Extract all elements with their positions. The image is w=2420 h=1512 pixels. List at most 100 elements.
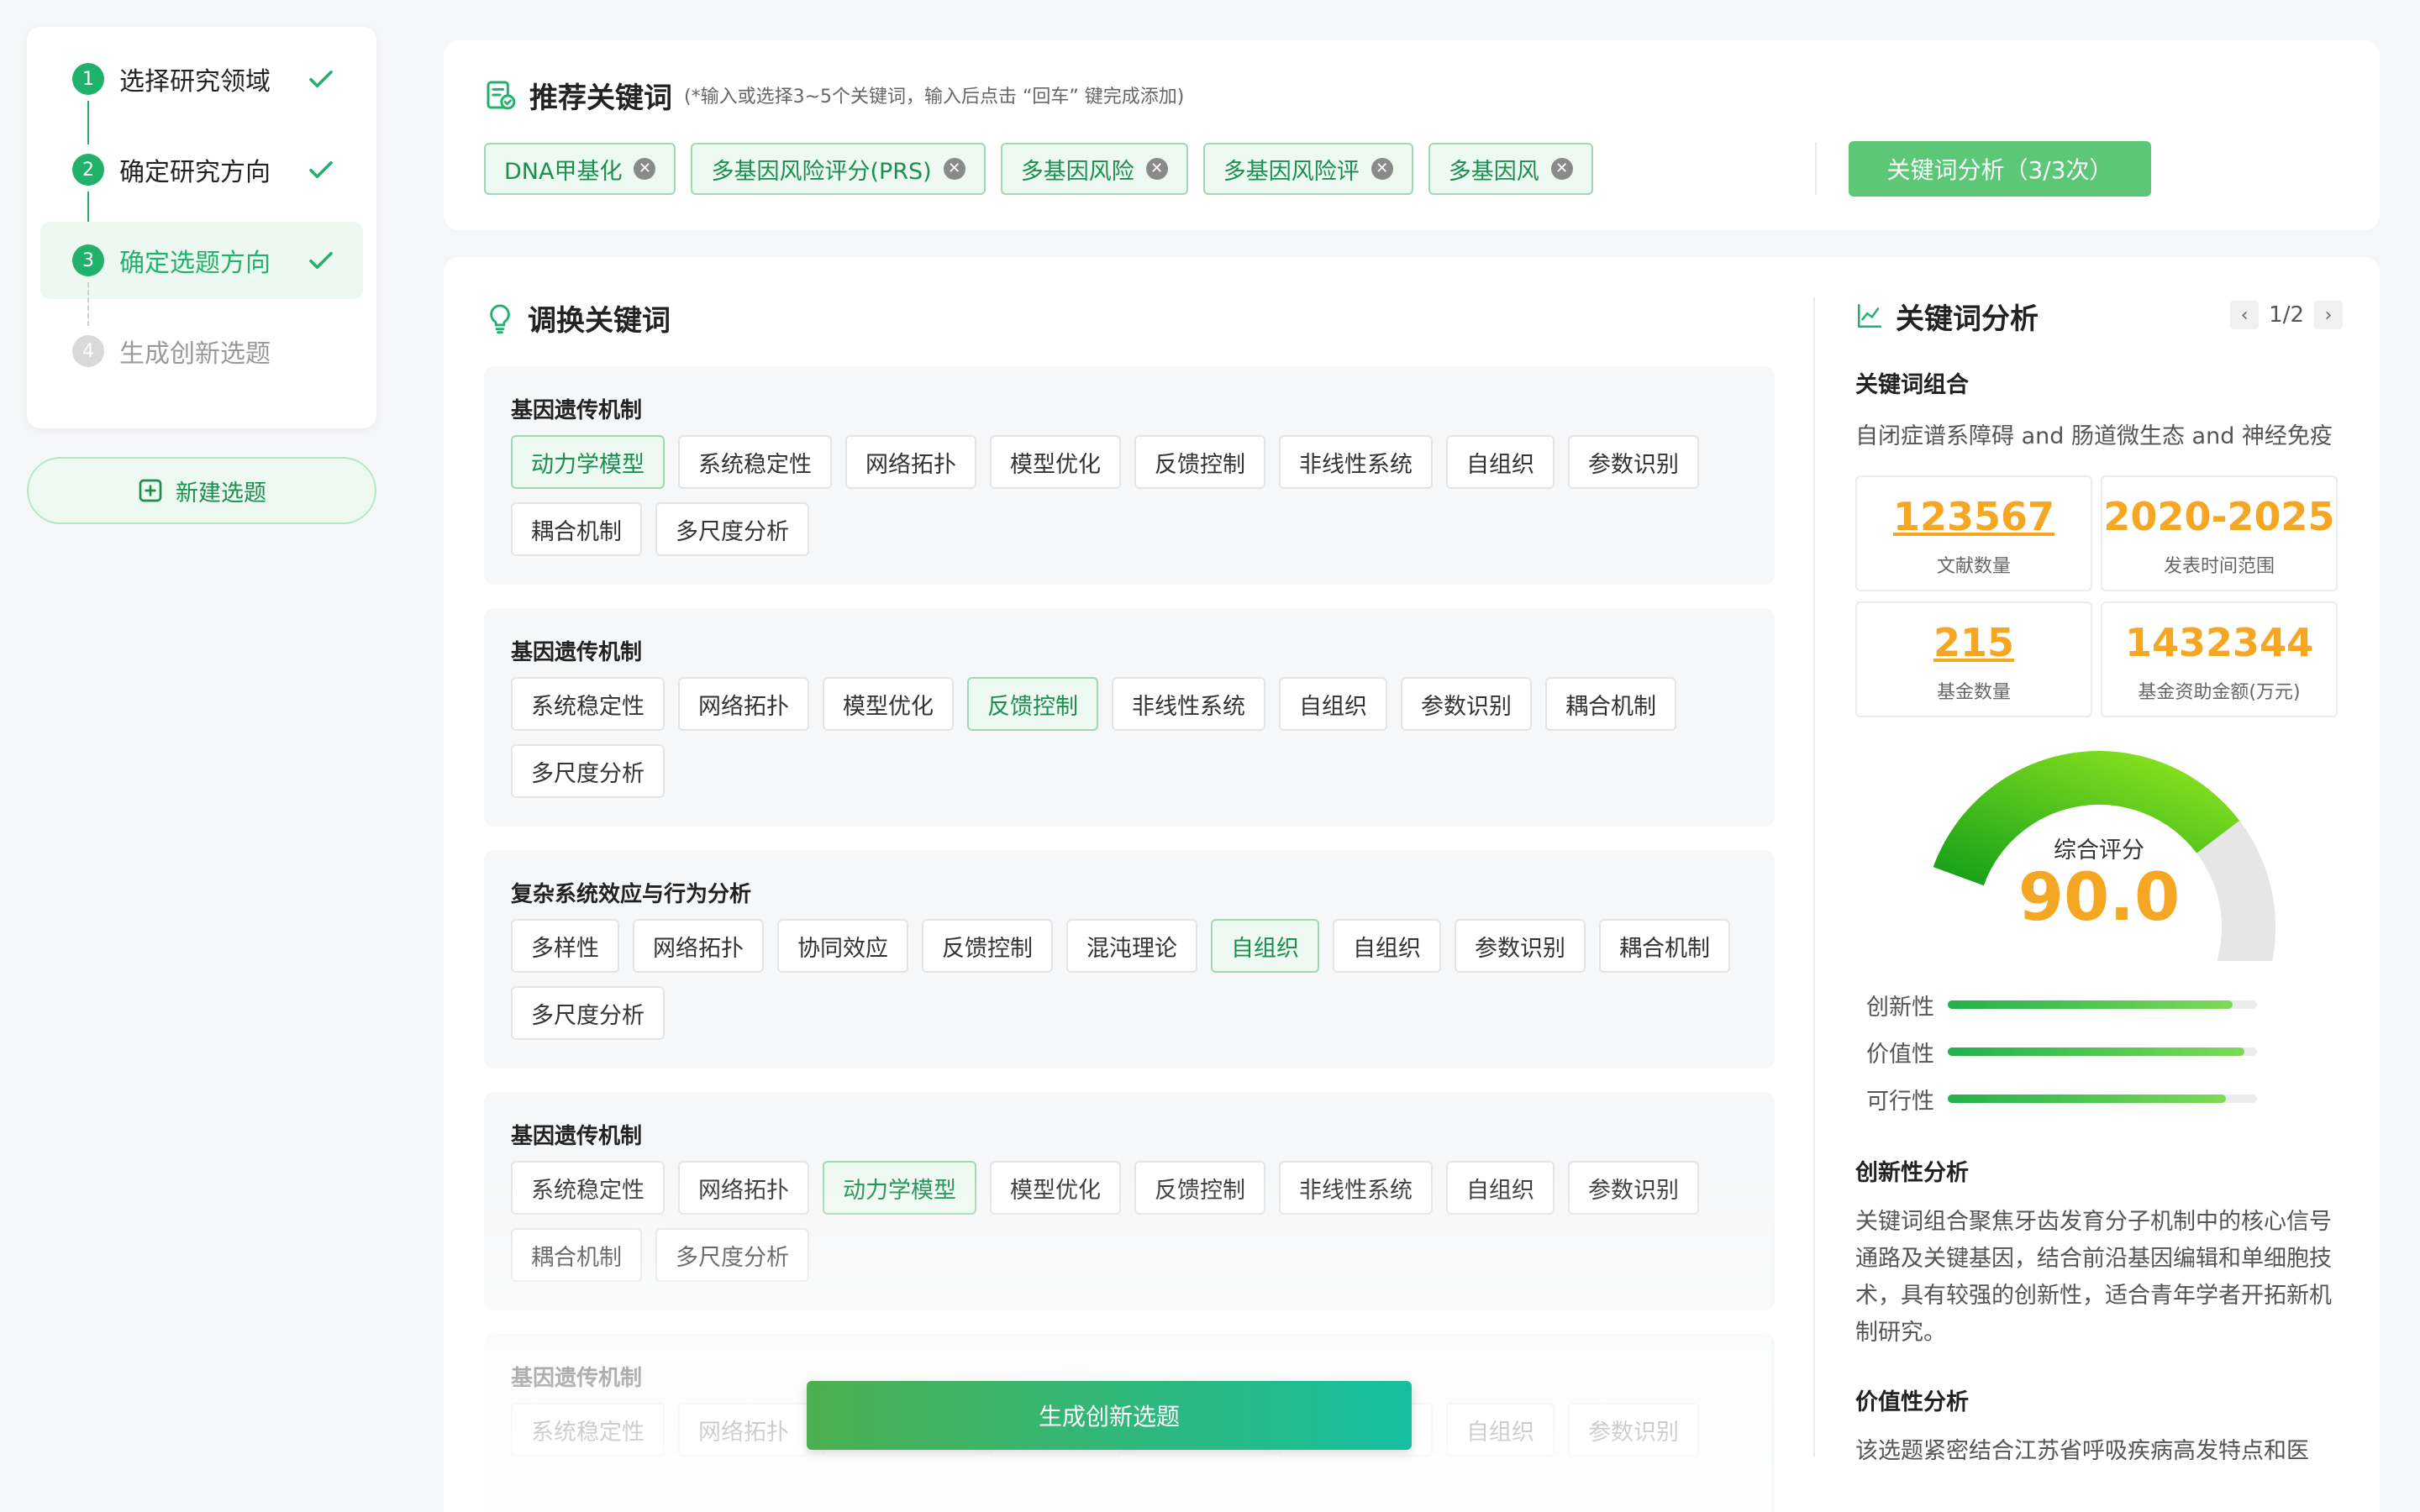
value-title: 价值性分析 (1855, 1389, 1969, 1415)
keyword-chip-selected[interactable]: 动力学模型 (511, 435, 665, 489)
stat-value: 1432344 (2124, 620, 2314, 665)
keyword-chip[interactable]: 网络拓扑 (678, 1161, 809, 1215)
keyword-tag[interactable]: DNA甲基化 ✕ (484, 143, 676, 195)
step-1[interactable]: 1 选择研究领域 (40, 40, 363, 144)
keyword-chip[interactable]: 参数识别 (1568, 1403, 1699, 1457)
keyword-chip[interactable]: 混沌理论 (1066, 919, 1197, 973)
close-icon[interactable]: ✕ (1550, 158, 1573, 180)
keyword-tag[interactable]: 多基因风 ✕ (1428, 143, 1593, 195)
score-bar-row: 价值性 (1855, 1028, 2343, 1075)
keyword-chip[interactable]: 多尺度分析 (655, 502, 809, 556)
score-bar-fill (1948, 1047, 2245, 1056)
stat-caption: 基金资助金额(万元) (2138, 682, 2301, 703)
keyword-chip[interactable]: 非线性系统 (1112, 677, 1265, 731)
step-number: 1 (72, 63, 104, 95)
keyword-chip[interactable]: 协同效应 (777, 919, 908, 973)
keyword-chip[interactable]: 参数识别 (1455, 919, 1586, 973)
keyword-chip[interactable]: 系统稳定性 (511, 1161, 665, 1215)
keyword-chip[interactable]: 系统稳定性 (678, 435, 832, 489)
score-bar-fill (1948, 1095, 2227, 1103)
keyword-chip[interactable]: 参数识别 (1401, 677, 1532, 731)
step-2[interactable]: 2 确定研究方向 (40, 131, 363, 235)
keyword-group: 基因遗传机制 动力学模型 系统稳定性 网络拓扑 模型优化 反馈控制 非线性系统 自组织 参数识别… (484, 366, 1775, 585)
keyword-chip[interactable]: 模型优化 (823, 677, 954, 731)
close-icon[interactable]: ✕ (943, 158, 965, 180)
step-4[interactable]: 4 生成创新选题 (40, 312, 363, 390)
keyword-chip[interactable]: 反馈控制 (1134, 435, 1265, 489)
stat-value[interactable]: 123567 (1857, 494, 2091, 543)
line-chart-icon (1857, 303, 1882, 328)
keyword-chip[interactable]: 模型优化 (990, 1161, 1121, 1215)
close-icon[interactable]: ✕ (1370, 158, 1393, 180)
stat-value[interactable]: 215 (1857, 620, 2091, 669)
keyword-tag[interactable]: 多基因风险评 ✕ (1202, 143, 1413, 195)
keywords-title: 推荐关键词 (529, 81, 672, 115)
keyword-chip[interactable]: 网络拓扑 (678, 1403, 809, 1457)
score-bar-label: 可行性 (1866, 1088, 1934, 1115)
score-bar-track (1948, 1047, 2257, 1056)
keyword-chip[interactable]: 自组织 (1446, 1161, 1555, 1215)
score-bar-fill (1948, 1000, 2233, 1009)
keyword-chip[interactable]: 系统稳定性 (511, 1403, 665, 1457)
keyword-chip[interactable]: 耦合机制 (511, 1228, 642, 1282)
chevron-left-icon[interactable]: ‹ (2230, 301, 2260, 329)
keyword-chip[interactable]: 多尺度分析 (655, 1228, 809, 1282)
step-3[interactable]: 3 确定选题方向 (40, 222, 363, 326)
generate-topic-button[interactable]: 生成创新选题 (807, 1381, 1412, 1450)
chip-list: 多样性 网络拓扑 协同效应 反馈控制 混沌理论 自组织 自组织 参数识别 耦合机制 多尺度分析 (511, 919, 1754, 1053)
close-icon[interactable]: ✕ (634, 158, 656, 180)
keyword-tag-label: 多基因风险评 (1223, 158, 1360, 185)
keyword-chip[interactable]: 耦合机制 (1545, 677, 1676, 731)
stat-value: 2020-2025 (2103, 494, 2335, 539)
page-indicator: 1/2 (2269, 302, 2304, 328)
keyword-chip[interactable]: 自组织 (1333, 919, 1441, 973)
keyword-tag-label: 多基因风 (1448, 158, 1539, 185)
keyword-chip[interactable]: 自组织 (1446, 1403, 1555, 1457)
keyword-groups: 基因遗传机制 动力学模型 系统稳定性 网络拓扑 模型优化 反馈控制 非线性系统 自组织 参数识别… (484, 366, 1775, 1512)
stat-fund-count[interactable]: 215 基金数量 (1855, 601, 2092, 717)
keyword-chip[interactable]: 自组织 (1279, 677, 1387, 731)
new-topic-label: 新建选题 (176, 480, 266, 507)
check-icon (309, 251, 333, 270)
step-label: 确定研究方向 (119, 158, 271, 187)
stat-literature-count[interactable]: 123567 文献数量 (1855, 475, 2092, 591)
keyword-chip[interactable]: 反馈控制 (922, 919, 1053, 973)
keyword-analysis-button[interactable]: 关键词分析（3/3次） (1849, 141, 2151, 197)
keyword-chip[interactable]: 参数识别 (1568, 1161, 1699, 1215)
keyword-chip[interactable]: 网络拓扑 (633, 919, 764, 973)
keyword-group: 基因遗传机制 系统稳定性 网络拓扑 模型优化 反馈控制 非线性系统 自组织 参数识别 耦合机制多… (484, 608, 1775, 827)
keyword-chip[interactable]: 多尺度分析 (511, 744, 665, 798)
chevron-right-icon[interactable]: › (2314, 301, 2343, 329)
keyword-chip[interactable]: 网络拓扑 (678, 677, 809, 731)
keyword-tag-label: 多基因风险评分(PRS) (711, 158, 932, 185)
keyword-chip[interactable]: 非线性系统 (1279, 1161, 1433, 1215)
keyword-tag[interactable]: 多基因风险 ✕ (1000, 143, 1188, 195)
score-bar-track (1948, 1000, 2257, 1009)
keyword-tags: DNA甲基化 ✕ 多基因风险评分(PRS) ✕ 多基因风险 ✕ 多基因风险评 ✕ 多基因… (484, 143, 1608, 195)
check-icon (309, 70, 333, 88)
innovation-text: 关键词组合聚焦牙齿发育分子机制中的核心信号通路及关键基因，结合前沿基因编辑和单细… (1855, 1209, 2332, 1346)
keyword-chip[interactable]: 耦合机制 (511, 502, 642, 556)
group-title: 复杂系统效应与行为分析 (511, 882, 752, 907)
stat-fund-amount: 1432344 基金资助金额(万元) (2101, 601, 2338, 717)
new-topic-button[interactable]: 新建选题 (27, 457, 376, 524)
close-icon[interactable]: ✕ (1145, 158, 1168, 180)
keyword-chip[interactable]: 反馈控制 (1134, 1161, 1265, 1215)
keyword-chip-selected[interactable]: 自组织 (1211, 919, 1319, 973)
keyword-chip[interactable]: 模型优化 (990, 435, 1121, 489)
keyword-chip[interactable]: 多样性 (511, 919, 619, 973)
keyword-chip[interactable]: 自组织 (1446, 435, 1555, 489)
keyword-tag[interactable]: 多基因风险评分(PRS) ✕ (691, 143, 986, 195)
keyword-chip-selected[interactable]: 动力学模型 (823, 1161, 976, 1215)
keyword-chip[interactable]: 系统稳定性 (511, 677, 665, 731)
score-bar-label: 价值性 (1866, 1041, 1934, 1068)
keyword-chip[interactable]: 网络拓扑 (845, 435, 976, 489)
keyword-chip[interactable]: 耦合机制 (1599, 919, 1730, 973)
stats-grid: 123567 文献数量 2020-2025 发表时间范围 215 基金数量 14… (1855, 475, 2343, 717)
keyword-chip[interactable]: 参数识别 (1568, 435, 1699, 489)
combo-label: 关键词组合 (1855, 372, 1969, 398)
keyword-chip-selected[interactable]: 反馈控制 (967, 677, 1098, 731)
steps-card: 1 选择研究领域 2 确定研究方向 3 确定选题方向 4 生成创新选题 (27, 27, 376, 428)
keyword-chip[interactable]: 多尺度分析 (511, 986, 665, 1040)
keyword-chip[interactable]: 非线性系统 (1279, 435, 1433, 489)
